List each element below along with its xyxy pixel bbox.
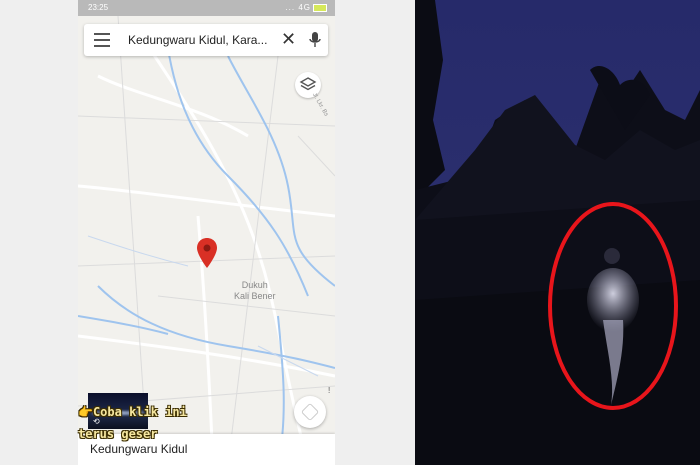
map-pin-icon[interactable] — [197, 238, 217, 268]
night-scene — [415, 0, 700, 465]
overlay-line2: terus geser — [78, 427, 158, 441]
network-indicator: ... 4G — [285, 3, 311, 12]
mic-icon[interactable] — [308, 32, 322, 48]
search-input[interactable]: Kedungwaru Kidul, Kara... — [128, 33, 267, 47]
night-photo — [415, 0, 700, 465]
directions-icon — [301, 403, 319, 421]
status-time: 23:25 — [88, 3, 109, 12]
pointing-hand-icon: 👉 — [78, 405, 93, 419]
overlay-line1-text: Coba klik ini — [92, 405, 187, 419]
phone-screenshot: 23:25 ... 4G Kedungwaru Kidul, Kara... ✕… — [78, 0, 335, 465]
status-bar: 23:25 ... 4G — [78, 0, 335, 16]
directions-button[interactable] — [294, 396, 326, 428]
menu-icon[interactable] — [94, 33, 110, 47]
battery-icon — [313, 3, 327, 12]
overlay-line1: 👉Coba klik ini — [78, 401, 187, 423]
overlay-caption: 👉Coba klik ini terus geser — [78, 401, 187, 445]
place-label-line2: Kali Bener — [234, 291, 276, 301]
fab-badge: ! — [328, 386, 331, 395]
place-label-line1: Dukuh — [241, 280, 268, 290]
place-label: Dukuh Kali Bener — [234, 280, 276, 302]
close-icon[interactable]: ✕ — [281, 29, 296, 49]
status-icons: ... 4G — [285, 3, 327, 12]
search-bar[interactable]: Kedungwaru Kidul, Kara... ✕ — [84, 24, 328, 56]
